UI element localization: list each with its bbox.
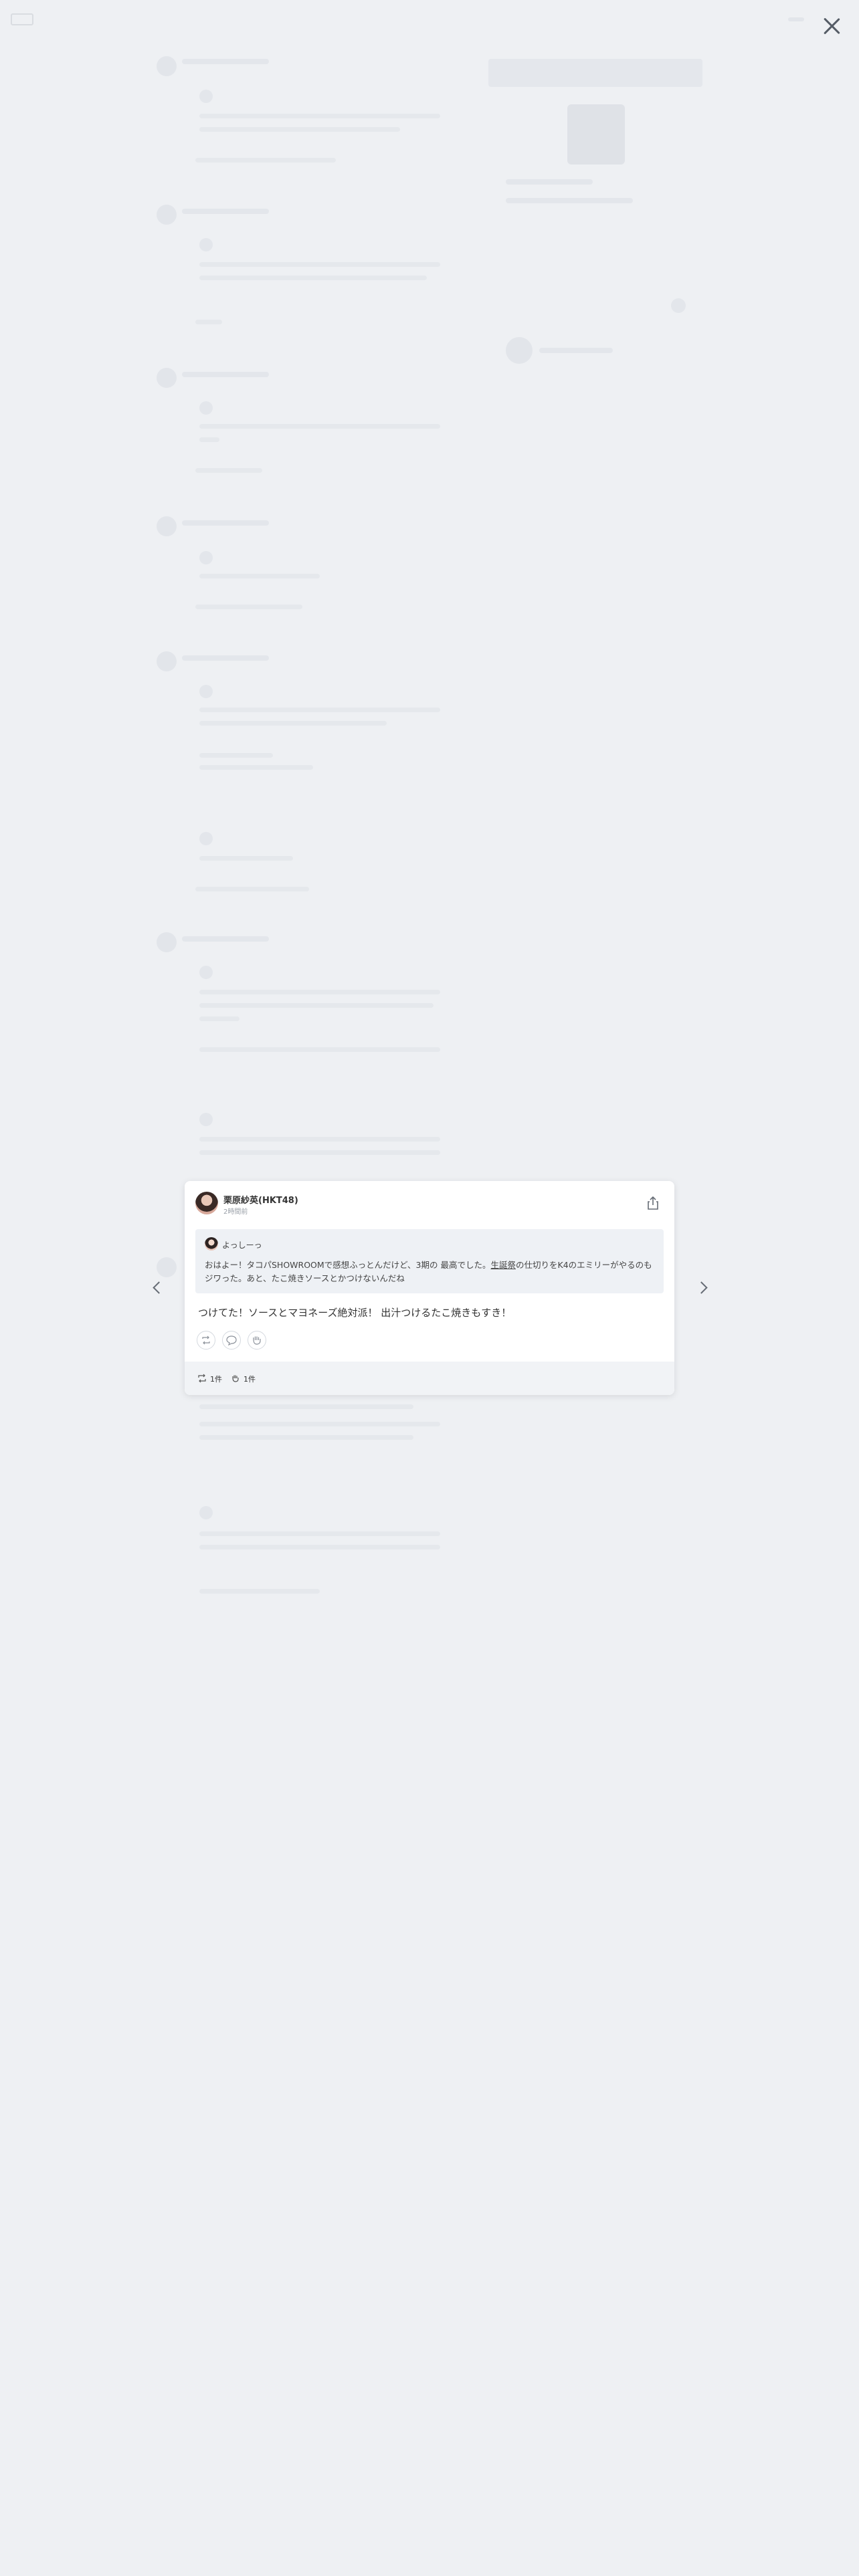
sidebar-line [506,179,593,185]
feed-line [199,276,427,280]
header-link-placeholder [788,17,804,21]
feed-line [199,1047,440,1052]
repost-icon [198,1374,206,1383]
post-header: 栗原紗英(HKT48) 2時間前 [195,1192,664,1218]
post-timestamp: 2時間前 [223,1208,248,1216]
feed-line [199,127,400,132]
clap-icon [253,1336,261,1345]
comment-button[interactable] [222,1331,241,1350]
applause-count: 1件 [244,1375,256,1384]
applause-button[interactable] [248,1331,266,1350]
feed-line [199,1003,434,1008]
close-button[interactable] [820,15,843,37]
feed-line [199,114,440,118]
feed-name [182,372,269,377]
clap-icon [232,1375,239,1382]
feed-avatar [199,90,213,103]
feed-line [199,708,440,712]
feed-avatar [199,832,213,845]
feed-name [182,209,269,214]
post-stats-footer: 1件 1件 [185,1362,674,1395]
feed-avatar [157,368,177,388]
feed-line [195,887,309,891]
feed-line [195,320,222,324]
feed-avatar [199,238,213,251]
feed-line [199,721,387,726]
feed-line [199,753,273,758]
share-icon [648,1196,658,1210]
feed-avatar [199,685,213,698]
feed-line [199,437,219,442]
feed-avatar [199,401,213,415]
feed-line [199,1404,413,1409]
feed-line [199,765,313,770]
feed-avatar [199,966,213,979]
quoted-text-part: おはよー！タコパSHOWROOMで感想ふっとんだけど、3期の 最高でした。 [205,1260,491,1270]
feed-line [199,1531,440,1536]
repost-button[interactable] [197,1331,215,1350]
quoted-post-text: おはよー！タコパSHOWROOMで感想ふっとんだけど、3期の 最高でした。生誕祭… [205,1259,654,1285]
feed-name [182,59,269,64]
feed-avatar [199,1113,213,1126]
feed-name [182,655,269,661]
sidebar-search-box [488,59,702,87]
feed-line [199,1589,320,1594]
author-avatar[interactable] [195,1192,218,1214]
chevron-left-icon [153,1281,165,1294]
feed-line [199,990,440,994]
feed-avatar [157,651,177,671]
feed-avatar [199,1506,213,1519]
feed-line [199,424,440,429]
sidebar-line [539,348,613,353]
feed-name [182,936,269,942]
sidebar-line [506,198,633,203]
feed-name [182,520,269,526]
next-post-button[interactable] [693,1277,713,1297]
site-logo [11,13,33,25]
post-modal-card: 栗原紗英(HKT48) 2時間前 よっしーっ おはよー！タコパSHOWROOMで… [185,1181,674,1395]
quoted-text-link[interactable]: 生誕祭 [490,1260,516,1270]
feed-line [195,605,302,609]
feed-avatar [157,1257,177,1277]
quoted-author-avatar [205,1237,218,1251]
feed-line [199,856,293,861]
feed-line [199,1150,440,1155]
feed-avatar [157,516,177,536]
sidebar-dot [671,298,686,313]
quoted-author-name: よっしーっ [222,1241,262,1250]
retweet-count: 1件 [210,1375,222,1384]
feed-avatar [157,932,177,952]
feed-line [195,468,262,473]
sidebar-avatar [506,337,533,364]
feed-line [199,574,320,578]
author-name[interactable]: 栗原紗英(HKT48) [223,1193,298,1206]
reply-text: つけてた！ソースとマヨネーズ絶対派！ 出汁つけるたこ焼きもすき！ [198,1307,512,1319]
feed-line [199,1016,240,1021]
sidebar-profile-image [567,104,625,165]
quoted-post[interactable]: よっしーっ おはよー！タコパSHOWROOMで感想ふっとんだけど、3期の 最高で… [195,1229,664,1293]
feed-line [199,1435,413,1440]
previous-post-button[interactable] [147,1277,167,1297]
share-button[interactable] [644,1194,662,1212]
feed-avatar [157,205,177,225]
feed-line [199,1422,440,1426]
feed-line [199,262,440,267]
repost-icon [202,1335,210,1345]
feed-avatar [199,551,213,564]
feed-avatar [157,56,177,76]
chevron-right-icon [695,1281,708,1294]
speech-bubble-icon [226,1335,237,1346]
feed-line [199,1137,440,1142]
feed-line [199,1545,440,1549]
feed-line [195,158,336,163]
